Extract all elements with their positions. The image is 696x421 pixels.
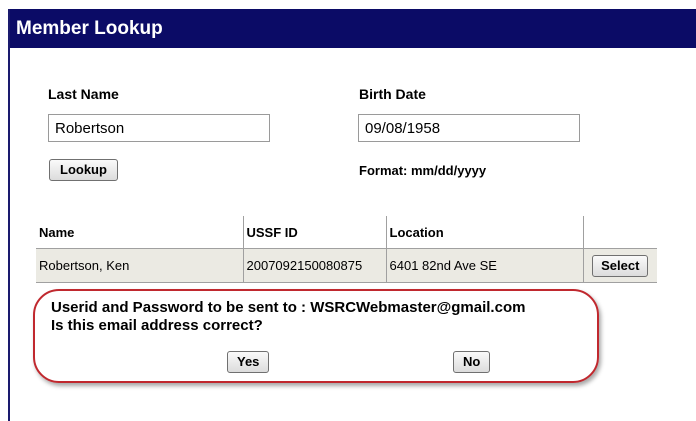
- column-header-location: Location: [385, 216, 583, 249]
- cell-action: Select: [582, 248, 657, 283]
- yes-button[interactable]: Yes: [227, 351, 270, 373]
- lookup-button[interactable]: Lookup: [49, 159, 118, 181]
- results-header-row: Name USSF ID Location: [36, 216, 657, 249]
- select-button[interactable]: Select: [592, 254, 649, 277]
- last-name-label: Last Name: [48, 86, 119, 102]
- panel-title: Member Lookup: [10, 9, 696, 48]
- column-header-name: Name: [36, 216, 243, 249]
- cell-ussf-id: 2007092150080875: [242, 248, 386, 283]
- confirm-email-text: Userid and Password to be sent to : WSRC…: [51, 299, 526, 316]
- column-header-ussf-id: USSF ID: [242, 216, 386, 249]
- results-table: Name USSF ID Location Robertson, Ken 200…: [36, 216, 657, 283]
- birth-date-label: Birth Date: [359, 86, 426, 102]
- birth-date-input[interactable]: [358, 114, 580, 142]
- no-button[interactable]: No: [453, 351, 491, 373]
- date-format-hint: Format: mm/dd/yyyy: [359, 163, 487, 178]
- confirm-question: Is this email address correct?: [51, 317, 263, 334]
- cell-location: 6401 82nd Ave SE: [385, 248, 583, 283]
- column-header-action: [582, 216, 657, 249]
- last-name-input[interactable]: [48, 114, 270, 142]
- cell-name: Robertson, Ken: [36, 248, 243, 283]
- table-row: Robertson, Ken 2007092150080875 6401 82n…: [36, 248, 657, 283]
